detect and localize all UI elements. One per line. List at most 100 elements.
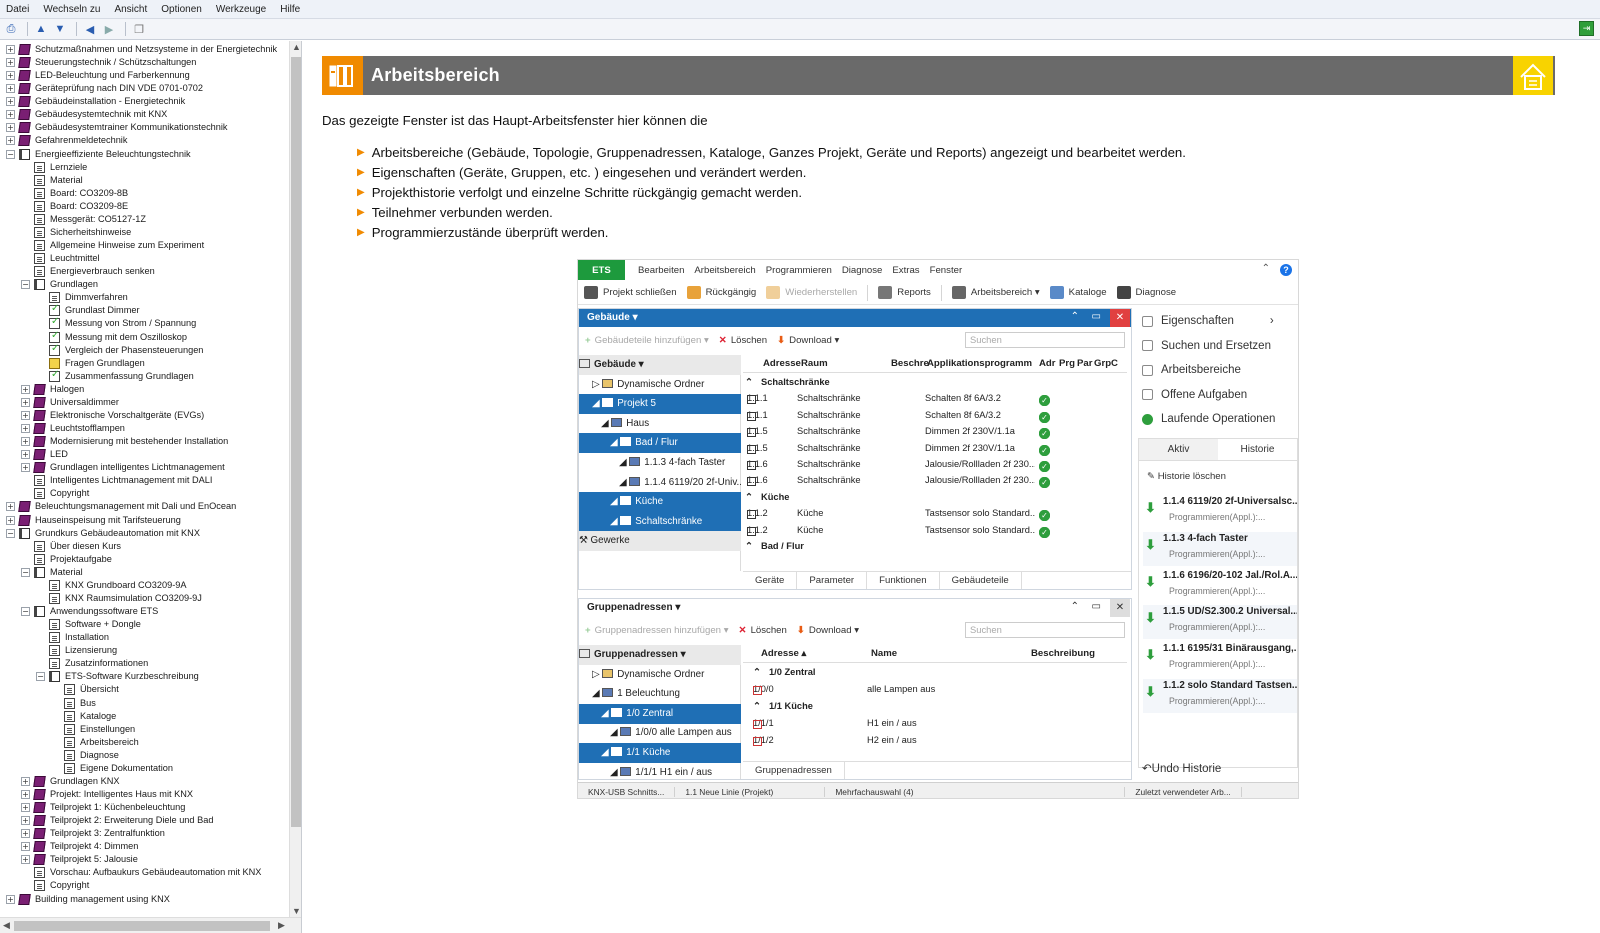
tree-node[interactable]: ◢ 1/1 Küche — [579, 743, 741, 763]
add-building-parts-button[interactable]: + Gebäudeteile hinzufügen ▾ — [585, 335, 709, 346]
tree-item[interactable]: Allgemeine Hinweise zum Experiment — [21, 239, 204, 252]
column-header[interactable]: Adresse — [763, 358, 801, 369]
column-header[interactable]: Prg — [1059, 358, 1075, 369]
tree-vertical-scrollbar[interactable]: ▲ ▼ — [289, 41, 301, 917]
collapse-group-icon[interactable]: ⌃ — [753, 701, 761, 712]
tree-item[interactable]: + Grundlagen intelligentes Lichtmanagemen… — [21, 461, 225, 474]
collapse-icon[interactable]: − — [6, 528, 15, 538]
tree-item[interactable]: Vergleich der Phasensteuerungen — [36, 342, 203, 357]
expand-icon[interactable]: + — [6, 502, 15, 512]
download-button[interactable]: ⬇ Download ▾ — [777, 335, 839, 346]
tree-header[interactable]: Gebäude ▾ — [579, 355, 741, 375]
tree-item[interactable]: + Modernisierung mit bestehender Installa… — [21, 435, 228, 448]
maximize-icon[interactable]: ▭ — [1092, 311, 1101, 322]
tree-item[interactable]: Material — [21, 174, 83, 187]
ets-menu-item[interactable]: Diagnose — [837, 265, 888, 276]
expand-arrow-icon[interactable]: ◢ — [601, 418, 611, 429]
side-panel-item[interactable]: Laufende Operationen — [1142, 408, 1275, 430]
tree-item[interactable]: + Teilprojekt 3: Zentralfunktion — [21, 827, 165, 840]
tab-active[interactable]: Aktiv — [1139, 439, 1218, 460]
tree-item[interactable]: + LED-Beleuchtung und Farberkennung — [6, 69, 190, 82]
expand-icon[interactable]: + — [6, 45, 15, 54]
expand-icon[interactable]: + — [6, 515, 15, 525]
close-icon[interactable]: ✕ — [1110, 309, 1130, 327]
ets-menu-item[interactable]: Programmieren — [761, 265, 837, 276]
tree-item[interactable]: − Material — [21, 566, 83, 579]
column-header[interactable]: Applikationsprogramm — [927, 358, 1032, 369]
tree-item[interactable]: + Beleuchtungsmanagement mit Dali und EnO… — [6, 500, 236, 513]
scroll-up-icon[interactable]: ▲ — [292, 42, 301, 52]
collapse-panel-icon[interactable]: ⌃ — [1071, 601, 1079, 612]
panel-tab[interactable]: Geräte — [743, 572, 798, 589]
menu-item-4[interactable]: Werkzeuge — [210, 4, 274, 15]
scroll-right-icon[interactable]: ▶ — [278, 920, 285, 931]
tree-item[interactable]: Projektaufgabe — [21, 553, 112, 566]
ets-tool-button[interactable]: Diagnose — [1116, 282, 1176, 304]
side-panel-item[interactable]: Suchen und Ersetzen — [1142, 335, 1271, 357]
table-row[interactable]: 1.1.1SchaltschränkeSchalten 8f 6A/3.2✓✓✓… — [743, 408, 1127, 424]
collapse-icon[interactable]: − — [21, 607, 30, 616]
tree-item[interactable]: + LED — [21, 448, 68, 461]
expand-arrow-icon[interactable]: ◢ — [610, 496, 620, 507]
history-entry[interactable]: ⬇ 1.1.6 6196/20-102 Jal./Rol.A... Programm… — [1143, 569, 1297, 603]
scroll-thumb[interactable] — [291, 57, 301, 827]
tree-node[interactable]: ◢ Haus — [579, 414, 741, 434]
tree-item[interactable]: + Teilprojekt 1: Küchenbeleuchtung — [21, 801, 185, 814]
expand-icon[interactable]: + — [6, 110, 15, 120]
tree-item[interactable]: Board: CO3209-8B — [21, 187, 128, 200]
tree-item[interactable]: + Gebäudesystemtrainer Kommunikationstech… — [6, 121, 228, 134]
tree-node[interactable]: ◢ Küche — [579, 492, 741, 513]
tree-horizontal-scrollbar[interactable]: ◀ ▶ — [0, 917, 301, 933]
tree-item[interactable]: + Hauseinspeisung mit Tarifsteuerung — [6, 514, 181, 527]
delete-button[interactable]: ✕ Löschen — [719, 335, 767, 346]
ets-menu-item[interactable]: Arbeitsbereich — [689, 265, 760, 276]
add-group-address-button[interactable]: + Gruppenadressen hinzufügen ▾ — [585, 625, 729, 636]
group-row[interactable]: ⌃ Schaltschränke — [743, 375, 1127, 391]
ets-menu-item[interactable]: Extras — [887, 265, 924, 276]
tree-node[interactable]: ◢ 1/1/1 H1 ein / aus — [579, 763, 741, 783]
ets-tool-button[interactable]: Kataloge — [1049, 282, 1107, 304]
gewerke-header[interactable]: ⚒ Gewerke — [579, 531, 741, 552]
tree-item[interactable]: Lizensierung — [36, 644, 117, 657]
expand-icon[interactable]: + — [21, 463, 30, 473]
tree-item[interactable]: + Gebäudeinstallation - Energietechnik — [6, 95, 185, 108]
column-header[interactable]: Beschreibung — [1031, 648, 1095, 659]
copy-icon[interactable]: ❐ — [131, 21, 147, 37]
tree-header[interactable]: Gruppenadressen ▾ — [579, 645, 741, 665]
collapse-ribbon-icon[interactable]: ⌃ — [1262, 263, 1270, 274]
tab-group-addresses[interactable]: Gruppenadressen — [743, 762, 845, 779]
expand-icon[interactable]: + — [21, 410, 30, 420]
back-icon[interactable]: ◀ — [82, 21, 98, 37]
collapse-panel-icon[interactable]: ⌃ — [1071, 311, 1079, 322]
tree-item[interactable]: Copyright — [21, 879, 89, 892]
tree-item[interactable]: Copyright — [21, 487, 89, 500]
expand-icon[interactable]: + — [21, 803, 30, 813]
ets-tool-button[interactable]: Wiederherstellen — [766, 282, 857, 304]
tree-item[interactable]: Einstellungen — [51, 723, 135, 736]
tree-item[interactable]: − Grundlagen — [21, 278, 98, 291]
tree-item[interactable]: Dimmverfahren — [36, 291, 128, 304]
menu-item-5[interactable]: Hilfe — [274, 4, 308, 15]
tree-item[interactable]: Messung von Strom / Spannung — [36, 315, 196, 330]
menu-item-3[interactable]: Optionen — [155, 4, 210, 15]
expand-icon[interactable]: + — [21, 437, 30, 447]
table-row[interactable]: 1/1/1 H1 ein / aus — [743, 716, 1127, 732]
table-row[interactable]: 1.1.5SchaltschränkeDimmen 2f 230V/1.1a✓✓… — [743, 441, 1127, 457]
column-header[interactable]: Adresse ▴ — [761, 648, 806, 659]
tree-item[interactable]: Energieverbrauch senken — [21, 265, 155, 278]
tree-item[interactable]: − Grundkurs Gebäudeautomation mit KNX — [6, 527, 200, 540]
tree-item[interactable]: Messgerät: CO5127-1Z — [21, 213, 146, 226]
tree-item[interactable]: Board: CO3209-8E — [21, 200, 128, 213]
maximize-icon[interactable]: ▭ — [1092, 601, 1101, 612]
tree-item[interactable]: + Teilprojekt 4: Dimmen — [21, 840, 138, 853]
tree-item[interactable]: Zusammenfassung Grundlagen — [36, 368, 194, 383]
group-row[interactable]: ⌃ 1/0 Zentral — [743, 665, 1127, 681]
tree-item[interactable]: Arbeitsbereich — [51, 736, 139, 749]
expand-icon[interactable]: + — [21, 829, 30, 839]
arrow-down-icon[interactable]: ▼ — [52, 21, 68, 37]
collapse-group-icon[interactable]: ⌃ — [753, 667, 761, 678]
expand-icon[interactable]: + — [21, 776, 30, 786]
delete-button[interactable]: ✕ Löschen — [739, 625, 787, 636]
tree-node[interactable]: ◢ Projekt 5 — [579, 394, 741, 415]
expand-arrow-icon[interactable]: ◢ — [592, 398, 602, 409]
